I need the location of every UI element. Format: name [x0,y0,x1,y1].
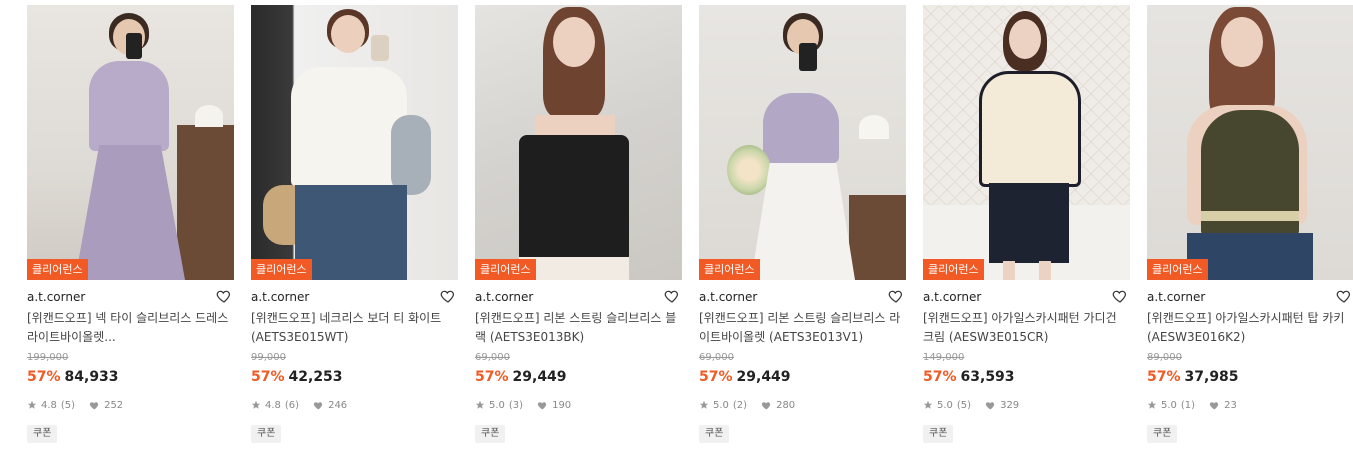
discount-rate: 57% [923,369,957,385]
product-title[interactable]: [위캔드오프] 넥 타이 슬리브리스 드레스 라이트바이올렛... [27,309,234,347]
coupon-tag: 쿠폰 [699,425,730,443]
heart-icon[interactable] [888,288,904,304]
coupon-tag: 쿠폰 [923,425,954,443]
like-count: 280 [776,399,796,411]
star-icon [1147,400,1157,410]
like-icon [537,400,548,410]
product-image[interactable]: 클리어런스 [27,5,234,280]
review-count: (6) [284,399,300,411]
rating: 5.0 [1161,399,1177,411]
rating: 5.0 [489,399,505,411]
star-icon [475,400,485,410]
brand-name[interactable]: a.t.corner [1147,290,1205,304]
brand-name[interactable]: a.t.corner [27,290,85,304]
like-count: 246 [328,399,348,411]
like-count: 190 [552,399,572,411]
product-image[interactable]: 클리어런스 [251,5,458,280]
clearance-badge: 클리어런스 [27,259,88,280]
product-image[interactable]: 클리어런스 [1147,5,1353,280]
star-icon [251,400,261,410]
product-image[interactable]: 클리어런스 [923,5,1130,280]
product-grid: 클리어런스 a.t.corner [위캔드오프] 넥 타이 슬리브리스 드레스 … [0,0,1353,464]
sale-price: 37,985 [1184,369,1239,385]
review-count: (5) [956,399,972,411]
original-price: 69,000 [699,352,734,363]
coupon-tag: 쿠폰 [475,425,506,443]
discount-rate: 57% [475,369,509,385]
heart-icon[interactable] [440,288,456,304]
like-icon [89,400,100,410]
star-icon [27,400,37,410]
like-icon [1209,400,1220,410]
like-icon [313,400,324,410]
coupon-tag: 쿠폰 [1147,425,1178,443]
product-card[interactable]: 클리어런스 a.t.corner [위캔드오프] 리본 스트링 슬리브리스 블랙… [475,5,682,443]
star-icon [923,400,933,410]
product-card[interactable]: 클리어런스 a.t.corner [위캔드오프] 넥 타이 슬리브리스 드레스 … [27,5,234,443]
discount-rate: 57% [699,369,733,385]
brand-name[interactable]: a.t.corner [923,290,981,304]
review-count: (5) [60,399,76,411]
coupon-tag: 쿠폰 [27,425,58,443]
discount-rate: 57% [1147,369,1181,385]
like-icon [985,400,996,410]
clearance-badge: 클리어런스 [699,259,760,280]
coupon-tag: 쿠폰 [251,425,282,443]
rating: 5.0 [937,399,953,411]
like-count: 23 [1224,399,1237,411]
review-count: (3) [508,399,524,411]
product-card[interactable]: 클리어런스 a.t.corner [위캔드오프] 아가일스카시패턴 탑 카키 (… [1147,5,1353,443]
original-price: 149,000 [923,352,965,363]
like-icon [761,400,772,410]
sale-price: 42,253 [288,369,343,385]
clearance-badge: 클리어런스 [251,259,312,280]
product-title[interactable]: [위캔드오프] 리본 스트링 슬리브리스 블랙 (AETS3E013BK) [475,309,682,347]
clearance-badge: 클리어런스 [1147,259,1208,280]
product-card[interactable]: 클리어런스 a.t.corner [위캔드오프] 네크리스 보더 티 화이트 (… [251,5,458,443]
heart-icon[interactable] [664,288,680,304]
like-count: 252 [104,399,124,411]
rating: 5.0 [713,399,729,411]
original-price: 199,000 [27,352,69,363]
product-image[interactable]: 클리어런스 [699,5,906,280]
sale-price: 84,933 [64,369,119,385]
brand-name[interactable]: a.t.corner [251,290,309,304]
clearance-badge: 클리어런스 [475,259,536,280]
product-title[interactable]: [위캔드오프] 리본 스트링 슬리브리스 라이트바이올렛 (AETS3E013V… [699,309,906,347]
heart-icon[interactable] [1112,288,1128,304]
heart-icon[interactable] [1336,288,1352,304]
product-title[interactable]: [위캔드오프] 네크리스 보더 티 화이트 (AETS3E015WT) [251,309,458,347]
heart-icon[interactable] [216,288,232,304]
like-count: 329 [1000,399,1020,411]
product-card[interactable]: 클리어런스 a.t.corner [위캔드오프] 리본 스트링 슬리브리스 라이… [699,5,906,443]
discount-rate: 57% [27,369,61,385]
original-price: 69,000 [475,352,510,363]
discount-rate: 57% [251,369,285,385]
clearance-badge: 클리어런스 [923,259,984,280]
sale-price: 63,593 [960,369,1015,385]
product-image[interactable]: 클리어런스 [475,5,682,280]
rating: 4.8 [265,399,281,411]
review-count: (2) [732,399,748,411]
original-price: 89,000 [1147,352,1182,363]
rating: 4.8 [41,399,57,411]
sale-price: 29,449 [736,369,791,385]
product-title[interactable]: [위캔드오프] 아가일스카시패턴 가디건 크림 (AESW3E015CR) [923,309,1130,347]
original-price: 99,000 [251,352,286,363]
brand-name[interactable]: a.t.corner [699,290,757,304]
brand-name[interactable]: a.t.corner [475,290,533,304]
review-count: (1) [1180,399,1196,411]
star-icon [699,400,709,410]
sale-price: 29,449 [512,369,567,385]
product-title[interactable]: [위캔드오프] 아가일스카시패턴 탑 카키 (AESW3E016K2) [1147,309,1353,347]
product-card[interactable]: 클리어런스 a.t.corner [위캔드오프] 아가일스카시패턴 가디건 크림… [923,5,1130,443]
